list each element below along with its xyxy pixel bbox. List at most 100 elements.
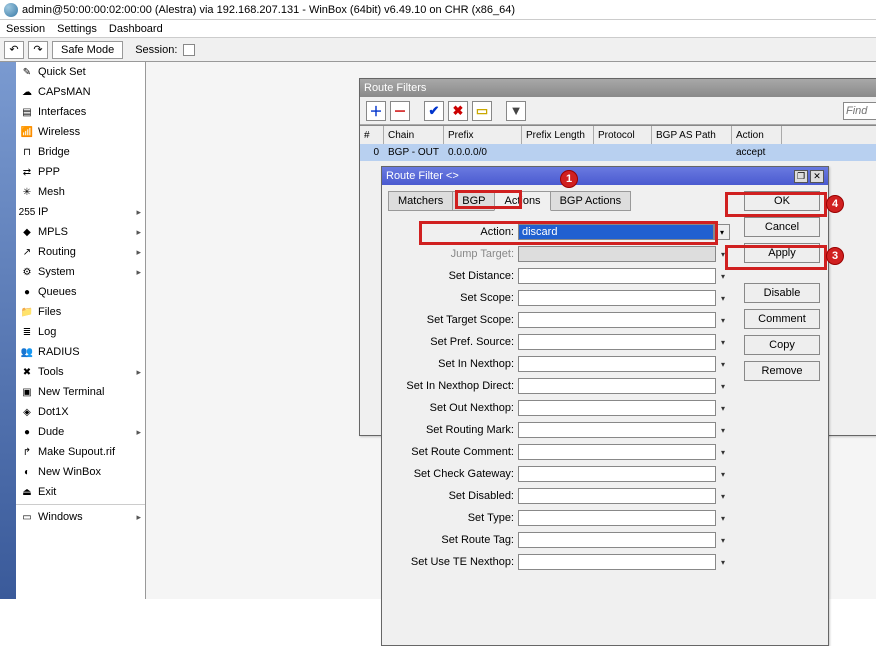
sidebar-item-ip[interactable]: 255IP▸	[16, 202, 145, 222]
field-input[interactable]	[518, 290, 716, 306]
route-filters-title-bar[interactable]: Route Filters ❐ ✕	[360, 79, 876, 97]
close-icon[interactable]: ✕	[810, 170, 824, 183]
expand-icon[interactable]: ▾	[716, 422, 730, 438]
menu-dashboard[interactable]: Dashboard	[109, 23, 163, 35]
remove-button[interactable]: －	[390, 101, 410, 121]
sidebar-item-interfaces[interactable]: ▤Interfaces	[16, 102, 145, 122]
safe-mode-button[interactable]: Safe Mode	[52, 41, 123, 59]
sidebar-item-new-terminal[interactable]: ▣New Terminal	[16, 382, 145, 402]
expand-icon[interactable]: ▾	[716, 378, 730, 394]
sidebar-item-mesh[interactable]: ✳Mesh	[16, 182, 145, 202]
expand-icon[interactable]: ▾	[716, 400, 730, 416]
sidebar-item-radius[interactable]: 👥RADIUS	[16, 342, 145, 362]
undo-button[interactable]: ↶	[4, 41, 24, 59]
expand-icon[interactable]: ▾	[716, 356, 730, 372]
new-winbox-icon: ◐	[20, 465, 34, 479]
interfaces-icon: ▤	[20, 105, 34, 119]
sidebar-item-quick-set[interactable]: ✎Quick Set	[16, 62, 145, 82]
expand-icon[interactable]: ▾	[716, 246, 730, 262]
enable-button[interactable]: ✔	[424, 101, 444, 121]
sidebar-item-files[interactable]: 📁Files	[16, 302, 145, 322]
sidebar-item-ppp[interactable]: ⇄PPP	[16, 162, 145, 182]
find-input[interactable]	[843, 102, 876, 120]
field-input[interactable]	[518, 466, 716, 482]
field-input[interactable]	[518, 356, 716, 372]
tab-matchers[interactable]: Matchers	[388, 191, 453, 211]
field-input[interactable]	[518, 334, 716, 350]
sidebar-item-log[interactable]: ≣Log	[16, 322, 145, 342]
sidebar-item-make-supout-rif[interactable]: ↱Make Supout.rif	[16, 442, 145, 462]
filter-button[interactable]: ▼	[506, 101, 526, 121]
sidebar-item-routing[interactable]: ↗Routing▸	[16, 242, 145, 262]
action-dropdown-icon[interactable]: ▾	[714, 224, 730, 240]
col-prefix[interactable]: Prefix	[444, 126, 522, 144]
comment-button[interactable]: ▭	[472, 101, 492, 121]
field-input[interactable]	[518, 378, 716, 394]
field-label: Set Routing Mark:	[388, 424, 514, 436]
sidebar-item-label: Dot1X	[38, 406, 69, 418]
expand-icon[interactable]: ▾	[716, 554, 730, 570]
disable-button[interactable]: ✖	[448, 101, 468, 121]
col-chain[interactable]: Chain	[384, 126, 444, 144]
col-bgp-as-path[interactable]: BGP AS Path	[652, 126, 732, 144]
ok-button[interactable]: OK	[744, 191, 820, 211]
field-input[interactable]	[518, 488, 716, 504]
sidebar-item-dude[interactable]: ●Dude▸	[16, 422, 145, 442]
redo-button[interactable]: ↷	[28, 41, 48, 59]
expand-icon[interactable]: ▾	[716, 312, 730, 328]
disable-button[interactable]: Disable	[744, 283, 820, 303]
menu-session[interactable]: Session	[6, 23, 45, 35]
field-input[interactable]	[518, 510, 716, 526]
copy-button[interactable]: Copy	[744, 335, 820, 355]
sidebar-item-capsman[interactable]: ☁CAPsMAN	[16, 82, 145, 102]
cell-num: 0	[360, 144, 384, 161]
expand-icon[interactable]: ▾	[716, 466, 730, 482]
sidebar-item-tools[interactable]: ✖Tools▸	[16, 362, 145, 382]
field-input[interactable]	[518, 422, 716, 438]
col-action[interactable]: Action	[732, 126, 782, 144]
field-input[interactable]	[518, 268, 716, 284]
comment-button-dlg[interactable]: Comment	[744, 309, 820, 329]
expand-icon[interactable]: ▾	[716, 488, 730, 504]
col-prefix-length[interactable]: Prefix Length	[522, 126, 594, 144]
sidebar-item-queues[interactable]: ●Queues	[16, 282, 145, 302]
tab-bgp[interactable]: BGP	[452, 191, 495, 211]
field-input[interactable]	[518, 444, 716, 460]
tab-bgp-actions[interactable]: BGP Actions	[550, 191, 632, 211]
apply-button[interactable]: Apply	[744, 243, 820, 263]
sidebar-item-new-winbox[interactable]: ◐New WinBox	[16, 462, 145, 482]
expand-icon[interactable]: ▾	[716, 290, 730, 306]
tab-actions[interactable]: Actions	[494, 191, 550, 211]
col-num[interactable]: #	[360, 126, 384, 144]
expand-icon[interactable]: ▾	[716, 510, 730, 526]
session-box[interactable]	[183, 44, 195, 56]
add-button[interactable]: ＋	[366, 101, 386, 121]
sidebar-item-system[interactable]: ⚙System▸	[16, 262, 145, 282]
sidebar-item-wireless[interactable]: 📶Wireless	[16, 122, 145, 142]
sidebar-item-bridge[interactable]: ⊓Bridge	[16, 142, 145, 162]
field-input[interactable]	[518, 532, 716, 548]
menu-settings[interactable]: Settings	[57, 23, 97, 35]
sidebar-item-windows[interactable]: ▭Windows▸	[16, 507, 145, 527]
col-extra[interactable]: ▾	[782, 126, 876, 144]
remove-button-dlg[interactable]: Remove	[744, 361, 820, 381]
field-input[interactable]	[518, 312, 716, 328]
field-input[interactable]	[518, 246, 716, 262]
col-protocol[interactable]: Protocol	[594, 126, 652, 144]
dialog-title-bar[interactable]: Route Filter <> ❐ ✕	[382, 167, 828, 185]
expand-icon[interactable]: ▾	[716, 532, 730, 548]
sidebar-item-exit[interactable]: ⏏Exit	[16, 482, 145, 502]
table-row[interactable]: 0 BGP - OUT 0.0.0.0/0 accept	[360, 144, 876, 161]
action-select[interactable]: discard	[518, 224, 714, 240]
sidebar-item-dot1x[interactable]: ◈Dot1X	[16, 402, 145, 422]
action-row: Action: discard ▾	[388, 221, 730, 243]
expand-icon[interactable]: ▾	[716, 268, 730, 284]
sidebar-item-mpls[interactable]: ◆MPLS▸	[16, 222, 145, 242]
field-input[interactable]	[518, 400, 716, 416]
action-label: Action:	[388, 226, 514, 238]
field-input[interactable]	[518, 554, 716, 570]
restore-icon[interactable]: ❐	[794, 170, 808, 183]
cancel-button[interactable]: Cancel	[744, 217, 820, 237]
expand-icon[interactable]: ▾	[716, 334, 730, 350]
expand-icon[interactable]: ▾	[716, 444, 730, 460]
